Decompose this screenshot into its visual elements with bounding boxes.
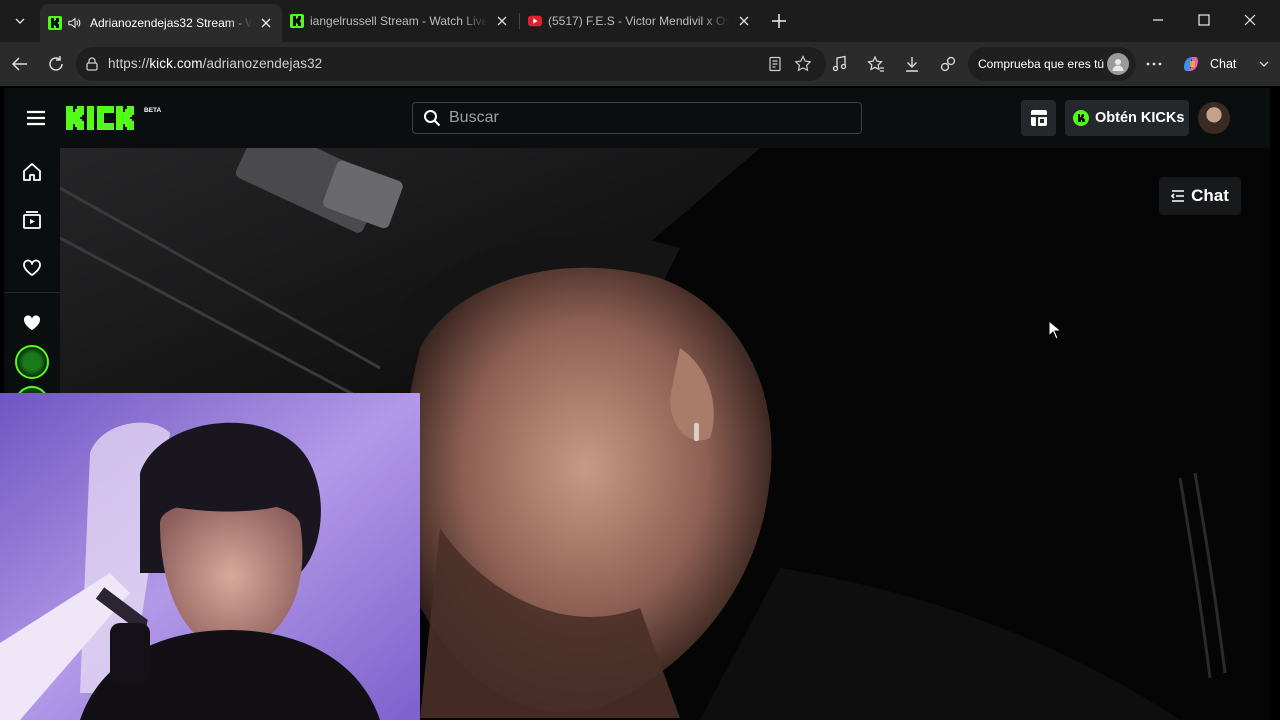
heart-outline-icon xyxy=(23,259,41,276)
chat-toggle-button[interactable]: Chat xyxy=(1159,177,1241,215)
arrow-left-icon xyxy=(11,57,27,71)
home-icon xyxy=(23,163,41,181)
browser-tab-strip: Adrianozendejas32 Stream - Watch Live on… xyxy=(0,0,1280,42)
maximize-button[interactable] xyxy=(1181,0,1227,40)
new-tab-button[interactable] xyxy=(766,8,792,34)
reading-mode-icon[interactable] xyxy=(766,55,784,73)
download-icon xyxy=(906,57,918,72)
kicks-coin-icon xyxy=(1073,110,1089,126)
mouse-cursor-icon xyxy=(1048,320,1062,340)
chat-toggle-label: Chat xyxy=(1191,186,1229,205)
close-icon[interactable] xyxy=(258,15,274,31)
minimize-icon xyxy=(1153,19,1163,21)
followed-channel-avatar[interactable] xyxy=(15,345,49,379)
url-text: https://kick.com/adrianozendejas32 xyxy=(108,56,323,71)
extensions-button[interactable] xyxy=(932,48,964,80)
tab-iangelrussell[interactable]: iangelrussell Stream - Watch Live on Kic… xyxy=(282,6,518,36)
get-kicks-button[interactable]: Obtén KICKs xyxy=(1065,100,1189,136)
youtube-icon xyxy=(528,14,542,28)
browser-toolbar: https://kick.com/adrianozendejas32 Compr… xyxy=(0,42,1280,86)
browse-icon xyxy=(1030,110,1047,126)
streamer-facecam xyxy=(0,393,420,720)
tab-actions-menu[interactable] xyxy=(8,8,32,34)
back-button[interactable] xyxy=(4,48,36,80)
favorites-icon xyxy=(867,55,884,72)
user-avatar[interactable] xyxy=(1198,102,1230,134)
reload-icon xyxy=(49,56,63,71)
tab-youtube[interactable]: (5517) F.E.S - Victor Mendivil x Oscar M… xyxy=(520,6,760,36)
profile-button[interactable]: Comprueba que eres tú xyxy=(968,47,1136,81)
settings-more-button[interactable] xyxy=(1138,48,1170,80)
lock-icon[interactable] xyxy=(84,56,100,72)
copilot-icon xyxy=(1184,57,1198,71)
address-bar[interactable]: https://kick.com/adrianozendejas32 xyxy=(76,47,826,81)
tab-adrianozendejas32[interactable]: Adrianozendejas32 Stream - Watch Live on… xyxy=(40,4,282,42)
get-kicks-label: Obtén KICKs xyxy=(1095,110,1185,126)
maximize-icon xyxy=(1198,14,1210,26)
copilot-chat-button[interactable]: Chat xyxy=(1172,47,1272,81)
tab-title: (5517) F.E.S - Victor Mendivil x Oscar M… xyxy=(548,14,730,28)
kick-header: BETA Obtén KICKs xyxy=(4,88,1270,148)
nav-following[interactable] xyxy=(18,254,46,282)
hamburger-icon xyxy=(27,110,45,126)
search-input[interactable] xyxy=(449,109,849,127)
downloads-button[interactable] xyxy=(896,48,928,80)
tab-title: iangelrussell Stream - Watch Live on Kic… xyxy=(310,14,488,28)
beta-badge: BETA xyxy=(144,107,162,114)
browse-icon xyxy=(23,211,41,229)
search-icon xyxy=(424,110,441,127)
music-note-icon xyxy=(832,55,847,72)
extension-icon xyxy=(940,56,956,72)
copilot-label: Chat xyxy=(1210,57,1237,71)
nav-following-header[interactable] xyxy=(18,309,46,337)
menu-button[interactable] xyxy=(24,108,48,128)
speaker-icon[interactable] xyxy=(68,16,82,30)
facecam-video-frame xyxy=(0,393,420,720)
close-icon xyxy=(1244,14,1256,26)
kick-logo[interactable]: BETA xyxy=(64,102,168,134)
kick-icon xyxy=(290,14,304,28)
close-icon[interactable] xyxy=(736,13,752,29)
tab-title: Adrianozendejas32 Stream - Watch Live on… xyxy=(90,16,252,30)
chevron-down-icon xyxy=(15,18,25,24)
reload-button[interactable] xyxy=(40,48,72,80)
nav-divider xyxy=(4,292,60,293)
profile-avatar-icon xyxy=(1107,53,1129,75)
more-horizontal-icon xyxy=(1146,62,1162,66)
chevron-down-icon[interactable] xyxy=(1258,58,1270,70)
favorite-star-icon[interactable] xyxy=(794,55,812,73)
profile-label: Comprueba que eres tú xyxy=(978,57,1105,71)
media-control-button[interactable] xyxy=(824,48,856,80)
close-icon[interactable] xyxy=(494,13,510,29)
minimize-button[interactable] xyxy=(1135,0,1181,40)
search-box[interactable] xyxy=(412,102,862,134)
browse-button[interactable] xyxy=(1021,100,1056,136)
chat-expand-icon xyxy=(1171,190,1185,202)
heart-filled-icon xyxy=(23,315,41,331)
close-window-button[interactable] xyxy=(1227,0,1273,40)
nav-home[interactable] xyxy=(18,158,46,186)
favorites-button[interactable] xyxy=(860,48,892,80)
nav-browse[interactable] xyxy=(18,206,46,234)
plus-icon xyxy=(772,14,786,28)
kick-icon xyxy=(48,16,62,30)
